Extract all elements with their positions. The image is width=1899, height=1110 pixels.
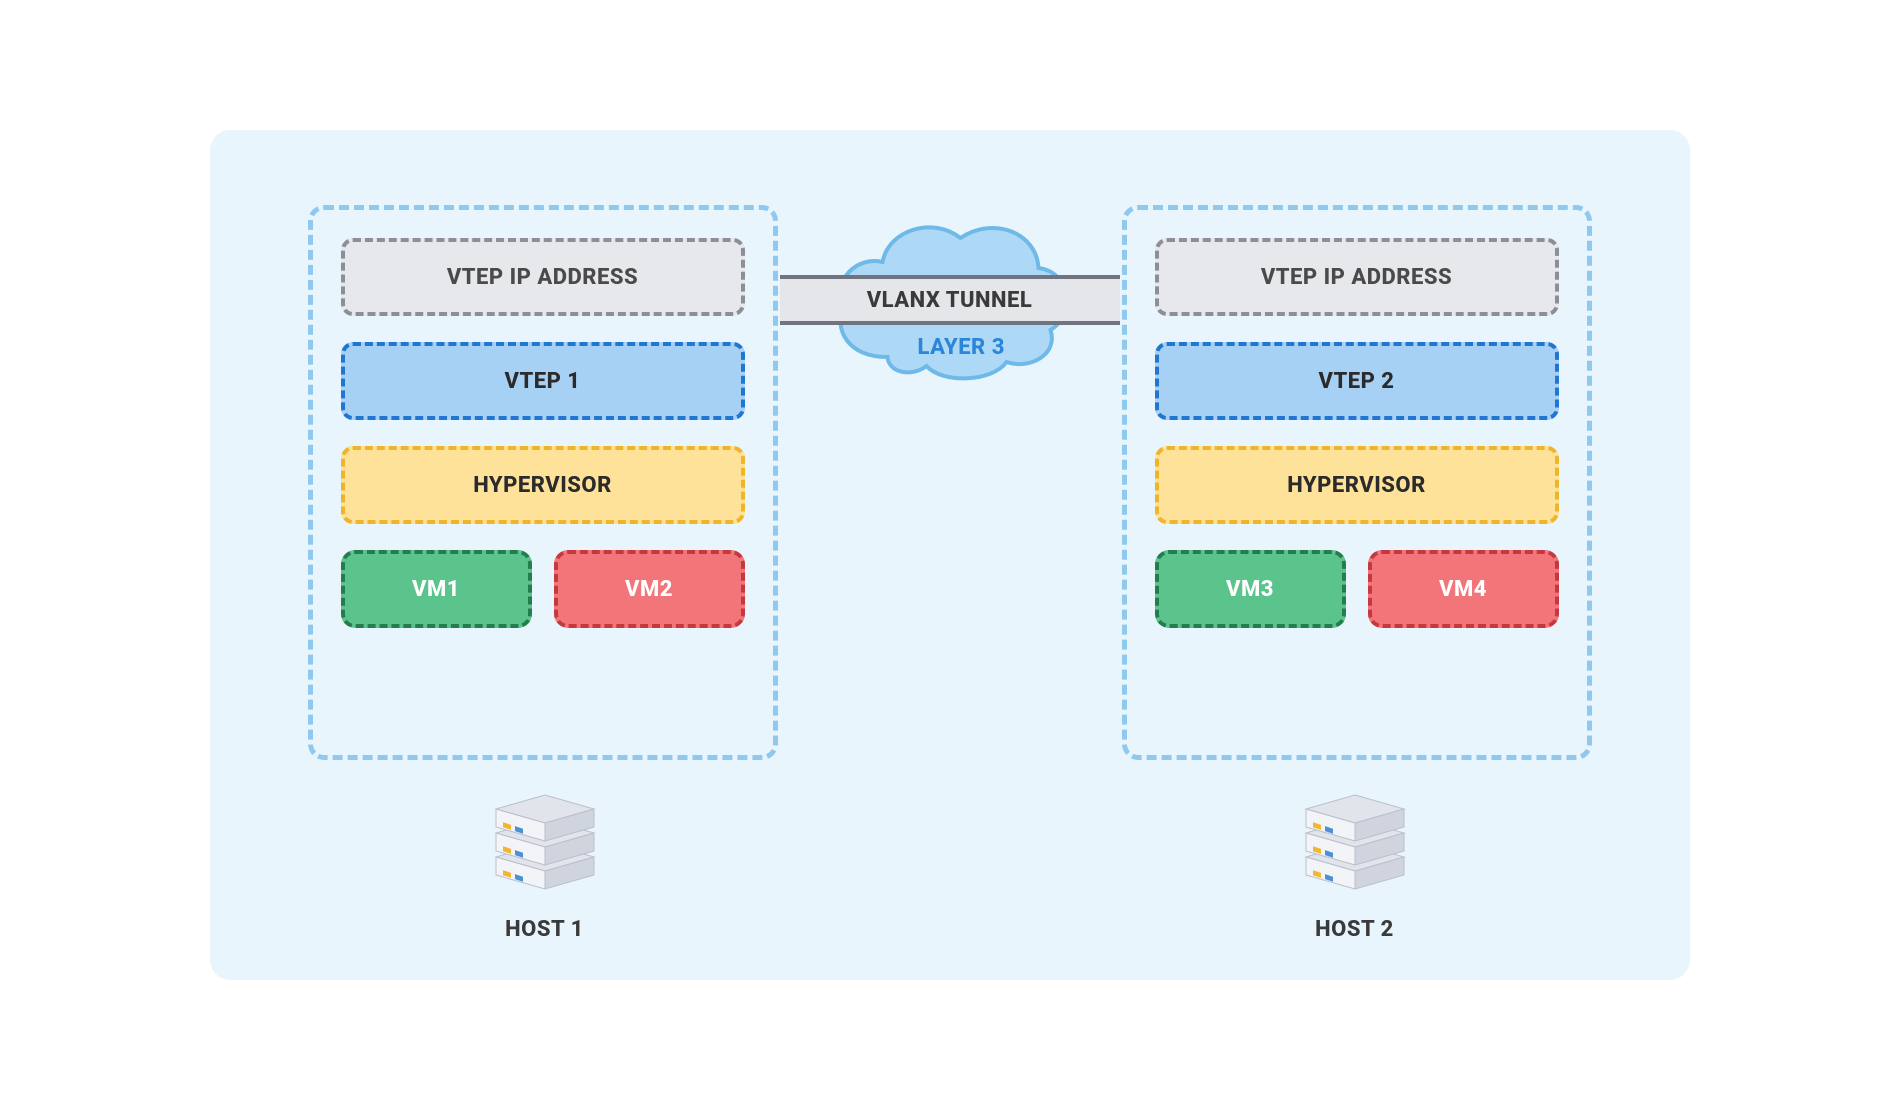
diagram-frame: VLANX TUNNEL LAYER 3 VTEP IP ADDRESS VTE… [210,130,1690,980]
host1-vtep-label: VTEP 1 [505,369,581,394]
host1-vm1-label: VM1 [412,577,460,602]
host2-vm4-box: VM4 [1368,550,1559,628]
host2-vm-row: VM3 VM4 [1155,550,1559,628]
vlanx-tunnel-bar: VLANX TUNNEL [780,275,1120,325]
host1-hypervisor-label: HYPERVISOR [473,473,612,498]
host2-vm3-box: VM3 [1155,550,1346,628]
vlanx-tunnel-label: VLANX TUNNEL [867,288,1033,313]
host1-vtep-ip-label: VTEP IP ADDRESS [447,265,638,290]
host2-hypervisor-label: HYPERVISOR [1287,473,1426,498]
host1-vm-row: VM1 VM2 [341,550,745,628]
host2-vtep-box: VTEP 2 [1155,342,1559,420]
host1-server-group: HOST 1 [490,789,600,942]
host1-label: HOST 1 [505,917,584,942]
host1-vm2-box: VM2 [554,550,745,628]
host2-container: VTEP IP ADDRESS VTEP 2 HYPERVISOR VM3 VM… [1122,205,1592,760]
host2-vtep-ip-box: VTEP IP ADDRESS [1155,238,1559,316]
host1-vtep-box: VTEP 1 [341,342,745,420]
host1-hypervisor-box: HYPERVISOR [341,446,745,524]
server-stack-icon [1300,789,1410,899]
host1-container: VTEP IP ADDRESS VTEP 1 HYPERVISOR VM1 VM… [308,205,778,760]
host2-label: HOST 2 [1315,917,1394,942]
host1-vtep-ip-box: VTEP IP ADDRESS [341,238,745,316]
server-stack-icon [490,789,600,899]
host1-vm2-label: VM2 [625,577,673,602]
host2-vtep-label: VTEP 2 [1319,369,1395,394]
host2-vm4-label: VM4 [1439,577,1487,602]
host1-vm1-box: VM1 [341,550,532,628]
layer3-label: LAYER 3 [918,335,1005,360]
host2-vm3-label: VM3 [1226,577,1274,602]
host2-vtep-ip-label: VTEP IP ADDRESS [1261,265,1452,290]
host2-server-group: HOST 2 [1300,789,1410,942]
host2-hypervisor-box: HYPERVISOR [1155,446,1559,524]
